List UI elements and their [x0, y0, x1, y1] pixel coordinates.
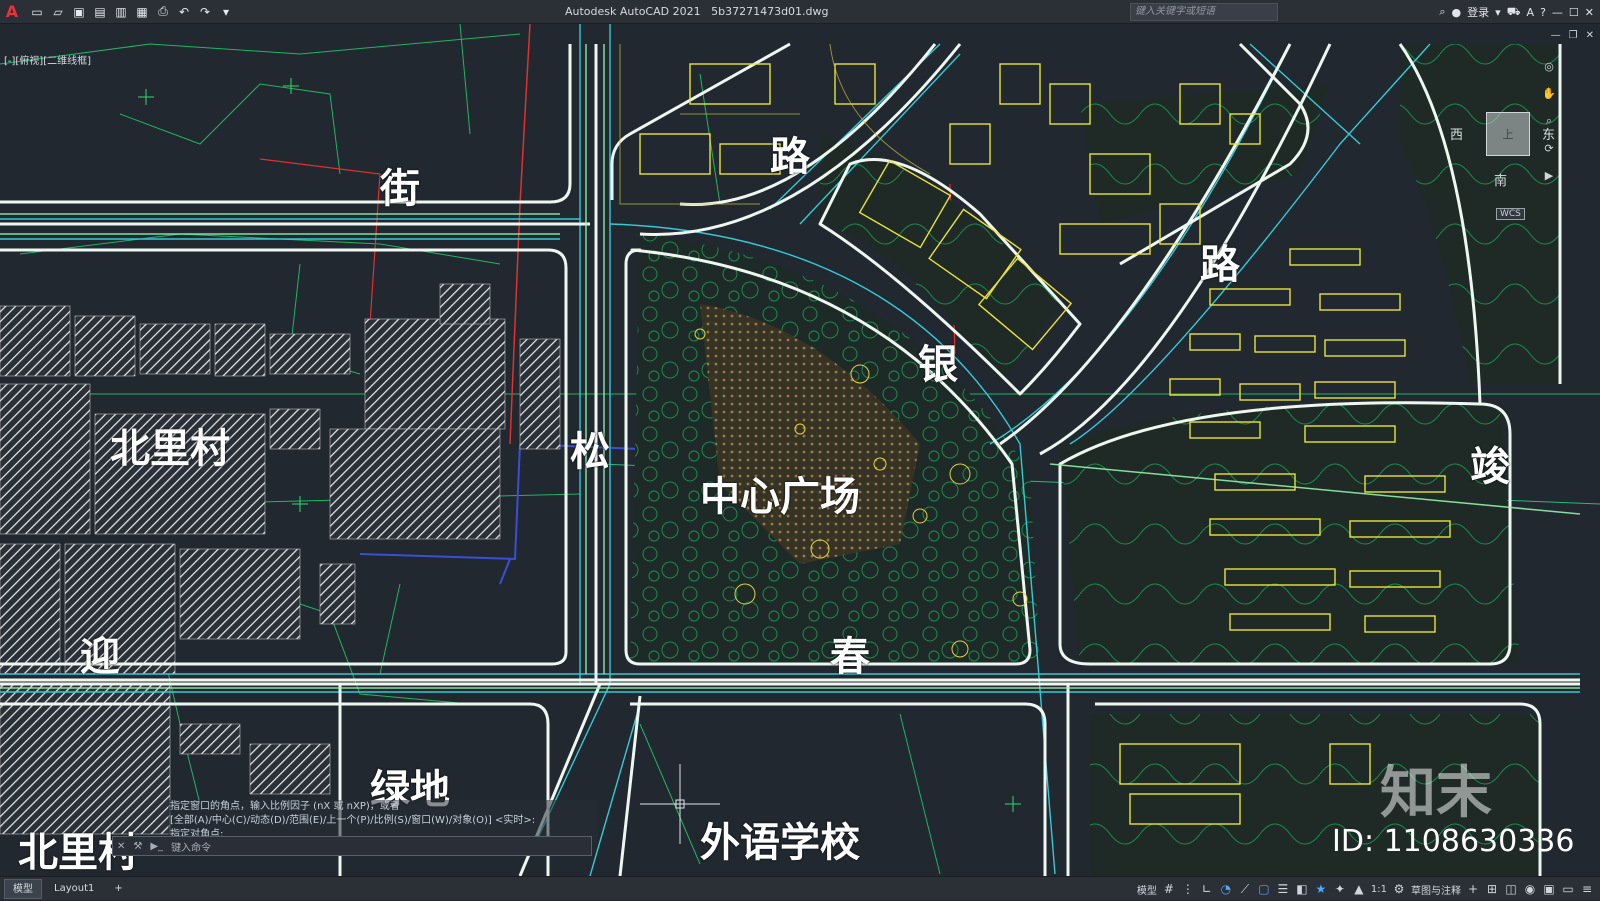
pan-icon[interactable]: ✋ — [1542, 87, 1556, 100]
minimize-button[interactable]: — — [1552, 6, 1563, 19]
plus-icon[interactable]: + — [1466, 882, 1480, 896]
label-jie: 街 — [380, 166, 420, 212]
close-button[interactable]: ✕ — [1585, 6, 1594, 19]
cart-icon[interactable]: ⛟ — [1507, 5, 1521, 20]
wrench-icon[interactable]: ⚒ — [133, 841, 142, 852]
wcs-menu[interactable]: WCS — [1496, 208, 1525, 220]
object-snap-icon[interactable]: ▢ — [1257, 882, 1271, 896]
status-tools: 模型 # ⋮ ∟ ◔ ⟋ ▢ ☰ ◧ ★ ✦ ▲ 1:1 ⚙ 草图与注释 + ⊞… — [1137, 877, 1600, 901]
workspace-dropdown[interactable]: 草图与注释 — [1411, 882, 1461, 897]
close-icon[interactable]: ✕ — [117, 841, 125, 852]
login-button[interactable]: 登录 — [1467, 4, 1489, 20]
print-icon[interactable]: ⎙ — [154, 3, 172, 21]
plot-icon[interactable]: ▥ — [112, 3, 130, 21]
command-history-line: [全部(A)/中心(C)/动态(D)/范围(E)/上一个(P)/比例(S)/窗口… — [168, 814, 598, 828]
gear-icon[interactable]: ⚙ — [1392, 882, 1406, 896]
viewcube-top-face[interactable]: 上 — [1486, 112, 1530, 156]
zoom-icon[interactable]: ⌕ — [1546, 114, 1552, 128]
tab-layout1[interactable]: Layout1 — [46, 879, 102, 899]
saveas-icon[interactable]: ▤ — [91, 3, 109, 21]
clean-screen-icon[interactable]: ▭ — [1561, 882, 1575, 896]
open-icon[interactable]: ▱ — [49, 3, 67, 21]
search-icon[interactable]: ⌕ — [1439, 5, 1445, 19]
id-watermark: ID: 1108630336 — [1332, 824, 1575, 859]
autodesk-app-icon[interactable]: A — [1527, 6, 1535, 19]
title-right-controls: ⌕ ● 登录 ▾ ⛟ A ? — ☐ ✕ — [1439, 0, 1600, 24]
ortho-icon[interactable]: ∟ — [1200, 882, 1214, 896]
viewport-label[interactable]: [-][俯视][二维线框] — [4, 52, 91, 67]
lineweight-icon[interactable]: ☰ — [1276, 882, 1290, 896]
auto-scale-icon[interactable]: ✦ — [1333, 882, 1347, 896]
showmotion-icon[interactable]: ▶ — [1545, 169, 1553, 182]
tab-model[interactable]: 模型 — [4, 878, 42, 899]
label-chun: 春 — [830, 634, 870, 680]
orbit-icon[interactable]: ⟳ — [1544, 142, 1553, 155]
new-icon[interactable]: ▭ — [28, 3, 46, 21]
title-bar: A ▭ ▱ ▣ ▤ ▥ ▦ ⎙ ↶ ↷ ▾ Autodesk AutoCAD 2… — [0, 0, 1600, 24]
label-center-square: 中心广场 — [700, 474, 860, 520]
command-prompt-icon: ▶_ — [150, 840, 164, 852]
units-icon[interactable]: ⊞ — [1485, 882, 1499, 896]
label-song: 松 — [570, 429, 610, 475]
viewport-window-controls: — ❐ ✕ — [1551, 30, 1594, 41]
command-input[interactable]: 键入命令 — [171, 839, 211, 854]
viewport-restore-icon[interactable]: ❐ — [1569, 30, 1578, 41]
model-space-button[interactable]: 模型 — [1137, 882, 1157, 897]
window-title: Autodesk AutoCAD 2021 5b37271473d01.dwg — [565, 5, 829, 18]
chevron-down-icon[interactable]: ▾ — [217, 3, 235, 21]
save-icon[interactable]: ▣ — [70, 3, 88, 21]
quick-access-toolbar: ▭ ▱ ▣ ▤ ▥ ▦ ⎙ ↶ ↷ ▾ — [28, 3, 235, 21]
viewport-minimize-icon[interactable]: — — [1551, 30, 1561, 41]
brand-watermark: 知末 — [1380, 761, 1492, 826]
grid-icon[interactable]: # — [1162, 882, 1176, 896]
publish-icon[interactable]: ▦ — [133, 3, 151, 21]
isolate-icon[interactable]: ◉ — [1523, 882, 1537, 896]
label-jun: 竣 — [1470, 444, 1510, 490]
quick-properties-icon[interactable]: ◫ — [1504, 882, 1518, 896]
transparency-icon[interactable]: ◧ — [1295, 882, 1309, 896]
command-history-line: 指定窗口的角点，输入比例因子 (nX 或 nXP)，或者 — [168, 800, 598, 814]
polar-icon[interactable]: ◔ — [1219, 882, 1233, 896]
add-layout-icon[interactable]: + — [106, 879, 130, 899]
viewcube-west[interactable]: 西 — [1450, 124, 1463, 143]
steering-wheel-icon[interactable]: ◎ — [1544, 60, 1554, 73]
customize-menu-icon[interactable]: ≡ — [1580, 882, 1594, 896]
label-school: 外语学校 — [700, 820, 860, 866]
label-beilicun: 北里村 — [110, 426, 230, 472]
redo-icon[interactable]: ↷ — [196, 3, 214, 21]
annotation-scale-icon[interactable]: ▲ — [1352, 882, 1366, 896]
viewcube-south[interactable]: 南 — [1494, 170, 1507, 189]
isodraft-icon[interactable]: ⟋ — [1238, 882, 1252, 897]
autocad-logo-icon[interactable]: A — [0, 0, 24, 24]
label-yin: 银 — [918, 342, 958, 388]
viewport-close-icon[interactable]: ✕ — [1586, 30, 1594, 41]
search-input[interactable]: 键入关键字或短语 — [1130, 3, 1278, 21]
undo-icon[interactable]: ↶ — [175, 3, 193, 21]
user-icon[interactable]: ● — [1452, 6, 1462, 19]
status-bar: 模型 Layout1 + 模型 # ⋮ ∟ ◔ ⟋ ▢ ☰ ◧ ★ ✦ ▲ 1:… — [0, 876, 1600, 900]
scale-dropdown[interactable]: 1:1 — [1371, 884, 1387, 895]
label-ying: 迎 — [80, 634, 120, 680]
command-line[interactable]: ✕ ⚒ ▶_ 键入命令 — [112, 836, 592, 856]
annotation-visibility-icon[interactable]: ★ — [1314, 882, 1328, 896]
maximize-button[interactable]: ☐ — [1569, 6, 1579, 19]
snap-icon[interactable]: ⋮ — [1181, 882, 1195, 896]
label-lu-1: 路 — [770, 134, 810, 180]
navigation-bar: ◎ ✋ ⌕ ⟳ ▶ — [1536, 54, 1562, 244]
chevron-down-icon[interactable]: ▾ — [1495, 6, 1501, 19]
drawing-canvas[interactable]: [-][俯视][二维线框] 街 路 路 银 竣 北里村 松 中心广场 春 迎 绿… — [0, 24, 1600, 876]
help-icon[interactable]: ? — [1540, 6, 1546, 19]
hardware-acceleration-icon[interactable]: ▣ — [1542, 882, 1556, 896]
label-lu-2: 路 — [1200, 242, 1240, 288]
